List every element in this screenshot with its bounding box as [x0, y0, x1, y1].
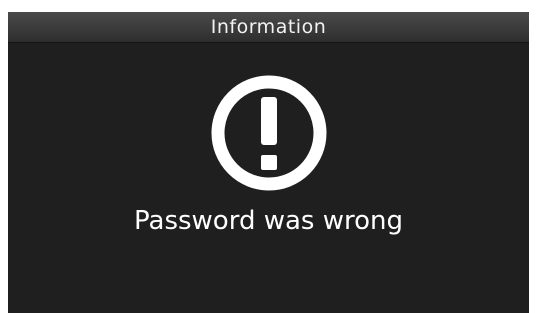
exclamation-circle-icon: [211, 75, 327, 191]
dialog-message: Password was wrong: [134, 206, 403, 236]
dialog-body: Password was wrong: [8, 43, 529, 313]
dialog-title: Information: [8, 12, 529, 43]
information-dialog: Information Password was wrong: [8, 12, 529, 313]
